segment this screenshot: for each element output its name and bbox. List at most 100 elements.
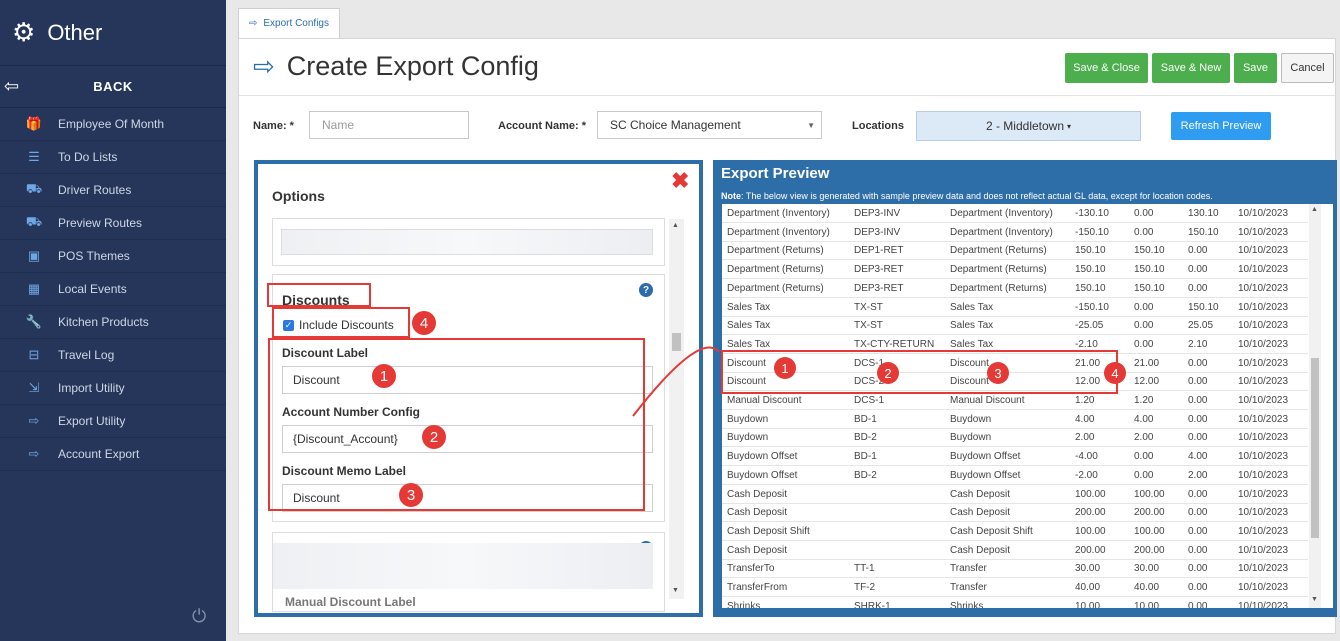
table-row: Department (Returns) DEP3-RET Department (…	[722, 279, 1308, 298]
table-cell: 150.10	[1075, 245, 1106, 257]
table-cell: Shrinks	[727, 600, 761, 608]
table-row: Cash Deposit Cash Deposit 100.00 100.00 0.00…	[722, 485, 1308, 504]
table-cell: 200.00	[1075, 507, 1106, 519]
table-cell: 10/10/2023	[1238, 563, 1289, 575]
locations-dropdown[interactable]: 2 - Middletown ▾	[916, 111, 1141, 141]
save-new-button[interactable]: Save & New	[1152, 53, 1230, 83]
table-cell: 10/10/2023	[1238, 226, 1289, 238]
sidebar-item-label: Driver Routes	[58, 183, 132, 197]
table-cell: 0.00	[1134, 208, 1154, 219]
table-cell: 0.00	[1188, 525, 1208, 537]
gears-icon: ⚙	[12, 17, 36, 47]
table-row: Buydown BD-1 Buydown 4.00 4.00 0.00 10/10/2023	[722, 410, 1308, 429]
sidebar-item-preview-routes[interactable]: ⛟ Preview Routes	[0, 207, 226, 240]
close-icon[interactable]: ✖	[671, 168, 689, 194]
sidebar-item-pos-themes[interactable]: ▣ POS Themes	[0, 240, 226, 273]
save-close-button[interactable]: Save & Close	[1065, 53, 1148, 83]
sidebar-item-kitchen-products[interactable]: 🔧 Kitchen Products	[0, 306, 226, 339]
back-button[interactable]: ⇦ BACK	[0, 66, 226, 108]
sidebar-item-import-utility[interactable]: ⇲ Import Utility	[0, 372, 226, 405]
save-button[interactable]: Save	[1234, 53, 1277, 83]
table-cell: 0.00	[1188, 488, 1208, 500]
table-cell: 2.00	[1188, 469, 1208, 481]
scroll-down-icon[interactable]: ▼	[672, 587, 679, 594]
sidebar-item-driver-routes[interactable]: ⛟ Driver Routes	[0, 174, 226, 207]
sidebar-item-export-utility[interactable]: ⇨ Export Utility	[0, 405, 226, 438]
table-row: Buydown Offset BD-2 Buydown Offset -2.00 0.0…	[722, 466, 1308, 485]
account-name-select[interactable]: SC Choice Management ▼	[597, 111, 822, 139]
table-cell: 10/10/2023	[1238, 301, 1289, 313]
table-cell: Cash Deposit	[727, 544, 788, 556]
table-cell: 0.00	[1134, 469, 1154, 481]
help-icon[interactable]: ?	[639, 283, 653, 297]
sidebar-item-account-export[interactable]: ⇨ Account Export	[0, 438, 226, 471]
sidebar-item-local-events[interactable]: ▦ Local Events	[0, 273, 226, 306]
preview-scrollbar[interactable]: ▲ ▼	[1309, 204, 1321, 608]
page-title-text: Create Export Config	[286, 51, 539, 81]
table-cell: 10/10/2023	[1238, 413, 1289, 425]
truck-icon: ⛟	[25, 214, 43, 229]
table-cell: 150.10	[1134, 264, 1165, 276]
refresh-preview-button[interactable]: Refresh Preview	[1171, 112, 1271, 140]
import-icon: ⇲	[28, 380, 40, 395]
table-row: Cash Deposit Shift Cash Deposit Shift 100.…	[722, 522, 1308, 541]
table-cell: 100.00	[1075, 525, 1106, 537]
table-cell: 100.00	[1134, 488, 1165, 500]
table-cell: 150.10	[1075, 264, 1106, 276]
table-row: Shrinks SHRK-1 Shrinks 10.00 10.00 0.00 10/10/…	[722, 597, 1308, 608]
table-cell: 0.00	[1188, 282, 1208, 294]
table-row: Department (Inventory) DEP3-INV Department…	[722, 204, 1308, 223]
sidebar-item-label: Import Utility	[58, 381, 125, 395]
options-scrollbar[interactable]: ▲ ▼	[669, 219, 684, 599]
cancel-button[interactable]: Cancel	[1281, 53, 1334, 83]
table-cell: 10/10/2023	[1238, 582, 1289, 593]
table-row: Sales Tax TX-ST Sales Tax -25.05 0.00 25.05 10…	[722, 316, 1308, 336]
table-cell: 40.00	[1134, 582, 1160, 593]
table-row: Department (Inventory) DEP3-INV Department…	[722, 223, 1308, 242]
name-input[interactable]: Name	[309, 111, 469, 139]
sidebar-item-travel-log[interactable]: ⊟ Travel Log	[0, 339, 226, 372]
tab-export-configs[interactable]: ⇨ Export Configs	[238, 8, 340, 38]
sidebar-item-employee-of-month[interactable]: 🎁 Employee Of Month	[0, 108, 226, 141]
annotation-badge-1-preview: 1	[774, 357, 796, 379]
annotation-badge-2: 2	[422, 425, 446, 449]
table-cell: 4.00	[1134, 413, 1154, 425]
sidebar-item-to-do-lists[interactable]: ☰ To Do Lists	[0, 141, 226, 174]
table-row: TransferFrom TF-2 Transfer 40.00 40.00 0.00 10…	[722, 578, 1308, 597]
scroll-thumb[interactable]	[672, 333, 681, 351]
locations-label: Locations	[852, 120, 904, 132]
table-cell: TF-2	[854, 582, 876, 593]
scroll-thumb[interactable]	[1311, 358, 1319, 538]
table-cell: Sales Tax	[727, 320, 771, 332]
table-cell: 0.00	[1134, 301, 1154, 313]
table-cell: Cash Deposit Shift	[950, 525, 1033, 537]
sidebar-item-label: Employee Of Month	[58, 117, 165, 131]
tab-bar: ⇨ Export Configs	[238, 8, 340, 40]
note-bold: Note	[721, 191, 741, 201]
table-cell: 10/10/2023	[1238, 357, 1289, 369]
note-text: : The below view is generated with sampl…	[741, 191, 1213, 201]
table-cell: Sales Tax	[950, 301, 994, 313]
export-file-icon: ⇨	[253, 51, 275, 81]
scroll-up-icon[interactable]: ▲	[672, 222, 679, 229]
scroll-up-icon[interactable]: ▲	[1311, 206, 1318, 213]
sidebar-item-label: Local Events	[58, 282, 127, 296]
table-cell: 10/10/2023	[1238, 245, 1289, 257]
table-cell: Buydown	[727, 432, 769, 444]
table-cell: 0.00	[1188, 376, 1208, 388]
table-cell: 0.00	[1188, 582, 1208, 593]
power-icon[interactable]: ⏻	[192, 606, 206, 627]
options-card-bottom: ? Manual Discount Label	[272, 532, 665, 612]
page-title: ⇨ Create Export Config	[253, 51, 539, 82]
gift-icon: 🎁	[25, 116, 43, 131]
table-cell: Cash Deposit	[950, 507, 1011, 519]
table-cell: Department (Returns)	[727, 282, 824, 294]
table-cell: 150.10	[1188, 301, 1219, 313]
table-cell: SHRK-1	[854, 600, 891, 608]
table-cell: DCS-1	[854, 395, 885, 406]
table-cell: TransferTo	[727, 563, 775, 575]
scroll-down-icon[interactable]: ▼	[1311, 596, 1318, 603]
caret-down-icon: ▾	[1067, 121, 1072, 131]
table-cell: 10/10/2023	[1238, 264, 1289, 276]
table-cell: 130.10	[1188, 208, 1219, 219]
